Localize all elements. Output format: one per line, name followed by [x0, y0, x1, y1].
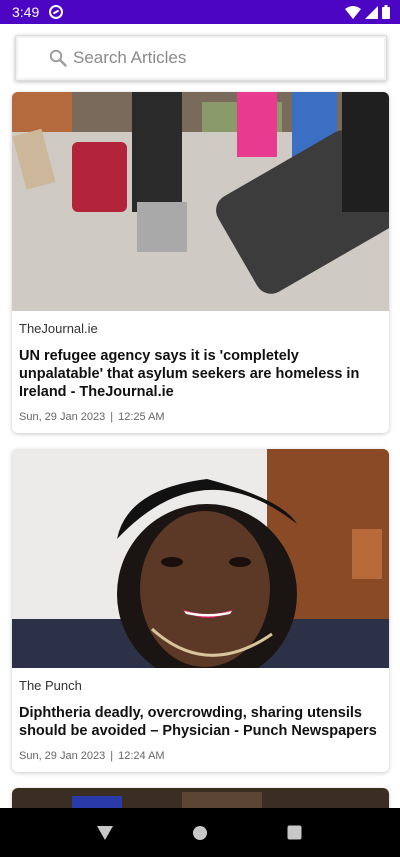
navigation-bar	[0, 808, 400, 857]
status-bar: 3:49	[0, 0, 400, 24]
search-icon	[49, 49, 67, 67]
battery-icon	[382, 5, 390, 19]
home-button[interactable]	[188, 821, 212, 845]
article-title[interactable]: UN refugee agency says it is 'completely…	[19, 347, 381, 401]
signal-icon	[365, 5, 378, 19]
home-icon	[192, 825, 207, 840]
article-card[interactable]: TheJournal.ie UN refugee agency says it …	[12, 92, 389, 433]
article-time: 12:24 AM	[118, 750, 165, 762]
status-icons	[345, 5, 390, 19]
status-time: 3:49	[12, 4, 40, 20]
recents-icon	[287, 825, 302, 840]
article-meta: Sun, 29 Jan 2023 | 12:25 AM	[19, 411, 389, 423]
recents-button[interactable]	[283, 821, 307, 845]
back-button[interactable]	[93, 821, 117, 845]
article-image	[12, 449, 389, 668]
article-source: The Punch	[19, 678, 82, 693]
article-time: 12:25 AM	[118, 411, 165, 423]
article-image	[12, 92, 389, 311]
meta-separator: |	[110, 411, 114, 423]
meta-separator: |	[110, 750, 114, 762]
wifi-icon	[345, 5, 361, 19]
article-date: Sun, 29 Jan 2023	[19, 411, 106, 423]
search-input[interactable]	[73, 48, 363, 68]
article-source: TheJournal.ie	[19, 321, 98, 336]
article-card[interactable]: The Punch Diphtheria deadly, overcrowdin…	[12, 449, 389, 772]
search-box[interactable]	[15, 35, 387, 81]
article-date: Sun, 29 Jan 2023	[19, 750, 106, 762]
back-icon	[97, 825, 114, 840]
article-title[interactable]: Diphtheria deadly, overcrowding, sharing…	[19, 704, 381, 740]
notification-icon	[49, 5, 64, 19]
article-meta: Sun, 29 Jan 2023 | 12:24 AM	[19, 750, 389, 762]
